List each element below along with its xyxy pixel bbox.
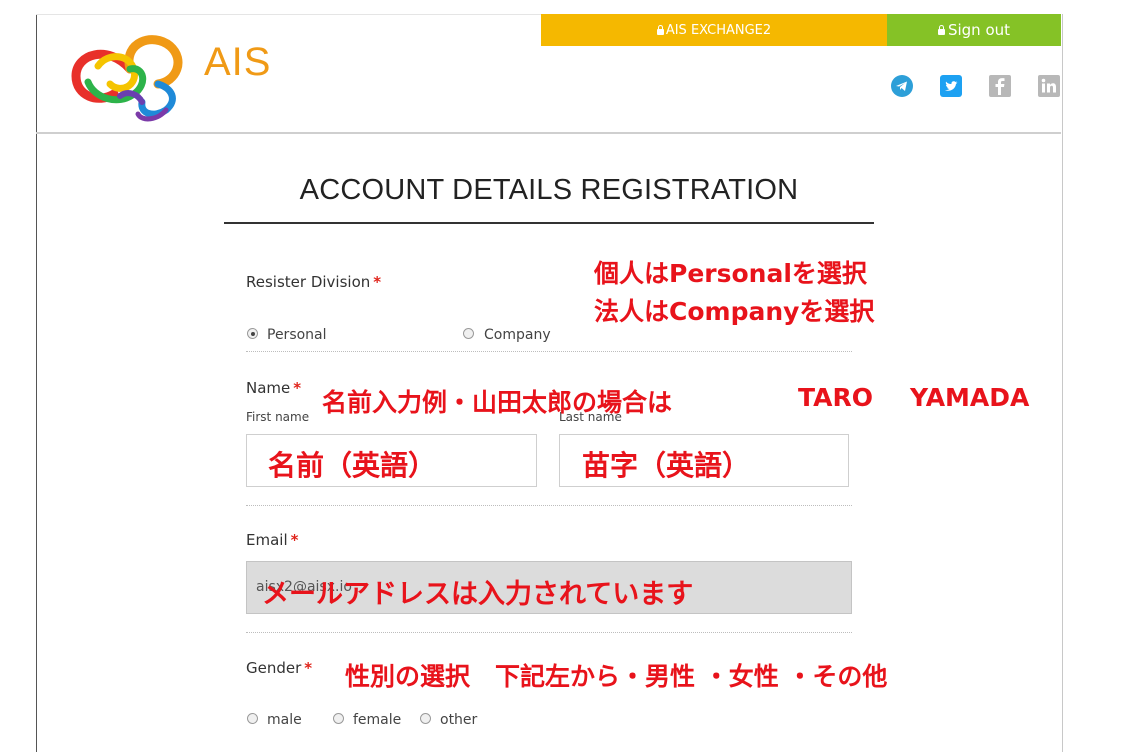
- radio-personal-label[interactable]: Personal: [267, 327, 327, 343]
- twitter-icon[interactable]: [940, 75, 962, 97]
- division-label-text: Resister Division: [246, 273, 371, 291]
- annotation-division-company: 法人はCompanyを選択: [594, 297, 875, 326]
- radio-company-label[interactable]: Company: [484, 327, 551, 343]
- exchange-button[interactable]: AIS EXCHANGE2: [541, 14, 887, 46]
- logo[interactable]: [68, 24, 193, 128]
- name-label-text: Name: [246, 379, 291, 397]
- required-mark: *: [293, 379, 302, 397]
- division-label: Resister Division *: [246, 273, 381, 291]
- email-label-text: Email: [246, 531, 288, 549]
- annotation-gender-note: 性別の選択 下記左から・男性 ・女性 ・その他: [345, 662, 888, 691]
- signout-label: Sign out: [947, 21, 1011, 39]
- annotation-last-name-hint: 苗字（英語）: [582, 449, 751, 482]
- required-mark: *: [304, 659, 313, 677]
- brand-name: AIS: [204, 40, 272, 84]
- telegram-icon[interactable]: [891, 75, 913, 97]
- gender-label-text: Gender: [246, 659, 302, 677]
- divider: [246, 351, 852, 352]
- radio-other[interactable]: [420, 713, 431, 724]
- radio-personal[interactable]: [247, 328, 258, 339]
- radio-female[interactable]: [333, 713, 344, 724]
- divider: [246, 505, 852, 506]
- title-underline: [224, 222, 874, 224]
- email-label: Email *: [246, 531, 298, 549]
- first-name-label: First name: [246, 410, 310, 424]
- linkedin-icon[interactable]: [1038, 75, 1060, 97]
- radio-company[interactable]: [463, 328, 474, 339]
- annotation-first-name-hint: 名前（英語）: [268, 449, 437, 482]
- divider: [246, 632, 852, 633]
- logo-swirl-icon: [71, 35, 183, 122]
- required-mark: *: [290, 531, 299, 549]
- name-label: Name *: [246, 379, 301, 397]
- radio-female-label[interactable]: female: [353, 712, 401, 728]
- radio-male[interactable]: [247, 713, 258, 724]
- annotation-name-last: YAMADA: [910, 383, 1030, 412]
- radio-other-label[interactable]: other: [440, 712, 477, 728]
- facebook-icon[interactable]: [989, 75, 1011, 97]
- required-mark: *: [373, 273, 382, 291]
- annotation-email-note: メールアドレスは入力されています: [262, 579, 694, 610]
- annotation-division-personal: 個人はPersonalを選択: [594, 259, 867, 288]
- page-title: ACCOUNT DETAILS REGISTRATION: [299, 174, 799, 206]
- header-divider: [36, 132, 1061, 134]
- exchange-label: AIS EXCHANGE2: [665, 22, 772, 38]
- lock-icon: [656, 25, 664, 35]
- annotation-name-example: 名前入力例・山田太郎の場合は: [322, 388, 673, 417]
- radio-male-label[interactable]: male: [267, 712, 302, 728]
- lock-icon: [937, 25, 945, 35]
- signout-button[interactable]: Sign out: [887, 14, 1061, 46]
- gender-label: Gender *: [246, 659, 312, 677]
- annotation-name-first: TARO: [798, 383, 873, 412]
